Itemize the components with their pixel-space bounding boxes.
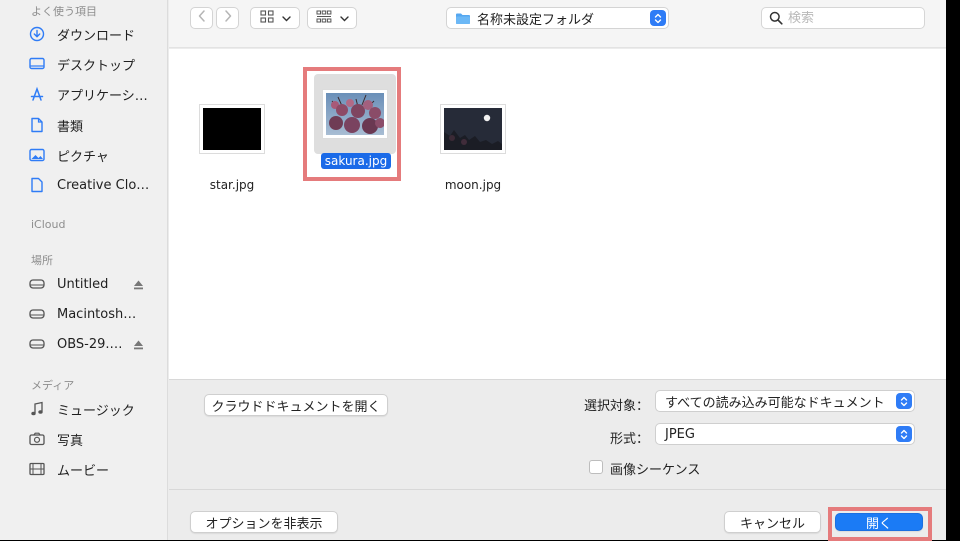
- eject-icon[interactable]: [131, 338, 145, 352]
- sidebar-item-label: ミュージック: [57, 403, 135, 419]
- sidebar-item-label: Creative Clo…: [57, 177, 150, 193]
- sidebar-item-untitled[interactable]: Untitled: [26, 271, 166, 297]
- applications-icon: [26, 83, 48, 105]
- forward-button[interactable]: [216, 7, 239, 29]
- folder-icon: [455, 12, 471, 25]
- image-sequence-label: 画像シーケンス: [610, 463, 701, 478]
- sidebar-item-obs[interactable]: OBS-29.…: [26, 331, 166, 357]
- sidebar-item-desktop[interactable]: デスクトップ: [26, 51, 166, 77]
- grid-icon: [259, 9, 274, 27]
- drive-icon: [26, 303, 48, 325]
- document-icon: [26, 114, 48, 136]
- highlight-box: [828, 507, 932, 541]
- file-name: star.jpg: [209, 178, 255, 192]
- drive-icon: [26, 333, 48, 355]
- music-icon: [26, 398, 48, 420]
- media-header: メディア: [31, 379, 75, 392]
- open-cloud-documents-button[interactable]: クラウドドキュメントを開く: [204, 394, 388, 416]
- sidebar-item-macintosh-hd[interactable]: Macintosh…: [26, 301, 166, 327]
- sidebar-item-documents[interactable]: 書類: [26, 112, 166, 138]
- sidebar-item-downloads[interactable]: ダウンロード: [26, 21, 166, 47]
- sidebar-item-label: Untitled: [57, 276, 109, 292]
- chevron-left-icon: [198, 10, 206, 26]
- icloud-header: iCloud: [31, 218, 66, 231]
- pictures-icon: [26, 144, 48, 166]
- chevron-down-icon: [339, 11, 349, 26]
- icon-view-button[interactable]: [250, 7, 300, 29]
- hide-options-button[interactable]: オプションを非表示: [190, 511, 338, 533]
- sidebar-item-photos[interactable]: 写真: [26, 426, 166, 452]
- sidebar: よく使う項目 ダウンロード デスクトップ アプリケーシ… 書類 ピクチャ Cre…: [0, 0, 168, 540]
- sidebar-item-label: Macintosh…: [57, 306, 137, 322]
- popup-stepper-icon: [896, 393, 912, 409]
- toolbar: 名称未設定フォルダ: [169, 0, 946, 48]
- download-icon: [26, 23, 48, 45]
- format-popup[interactable]: JPEG: [655, 423, 915, 445]
- back-button[interactable]: [190, 7, 213, 29]
- sidebar-item-label: ダウンロード: [57, 28, 136, 44]
- film-icon: [26, 458, 48, 480]
- search-input[interactable]: [788, 10, 908, 26]
- highlight-box: [303, 67, 401, 181]
- options-panel: クラウドドキュメントを開く 選択対象： すべての読み込み可能なドキュメント 形式…: [169, 379, 946, 489]
- sidebar-item-label: ピクチャ: [57, 149, 109, 165]
- sidebar-item-movies[interactable]: ムービー: [26, 456, 166, 482]
- file-browser: star.jpg sakura.jpg moon.jpg: [169, 49, 946, 379]
- sidebar-item-label: デスクトップ: [57, 58, 136, 74]
- search-icon: [769, 11, 783, 25]
- sidebar-item-applications[interactable]: アプリケーシ…: [26, 81, 166, 107]
- sidebar-item-label: アプリケーシ…: [57, 88, 148, 104]
- search-field[interactable]: [761, 7, 925, 29]
- enable-popup[interactable]: すべての読み込み可能なドキュメント: [655, 390, 915, 412]
- sidebar-item-label: ムービー: [57, 463, 110, 479]
- drive-icon: [26, 273, 48, 295]
- camera-icon: [26, 428, 48, 450]
- sidebar-item-label: OBS-29.…: [57, 336, 123, 352]
- dialog-footer: オプションを非表示 キャンセル 開く: [169, 489, 946, 541]
- image-sequence-checkbox[interactable]: [589, 460, 603, 474]
- group-grid-icon: [316, 10, 332, 27]
- sidebar-item-label: 写真: [57, 433, 84, 449]
- format-label: 形式：: [609, 432, 649, 447]
- enable-value: すべての読み込み可能なドキュメント: [665, 395, 885, 411]
- image-thumbnail: [200, 105, 264, 153]
- desktop-icon: [26, 53, 48, 75]
- file-name: moon.jpg: [444, 178, 502, 192]
- locations-header: 場所: [31, 254, 53, 267]
- popup-stepper-icon: [896, 426, 912, 442]
- favorites-header: よく使う項目: [31, 5, 97, 18]
- chevron-right-icon: [224, 10, 232, 26]
- sidebar-item-creative-cloud[interactable]: Creative Clo…: [26, 172, 166, 198]
- eject-icon[interactable]: [131, 278, 145, 292]
- group-button[interactable]: [307, 7, 357, 29]
- chevron-down-icon: [281, 11, 291, 26]
- image-thumbnail: [441, 105, 505, 153]
- popup-stepper-icon: [650, 10, 666, 26]
- format-value: JPEG: [665, 426, 695, 442]
- open-file-dialog: よく使う項目 ダウンロード デスクトップ アプリケーシ… 書類 ピクチャ Cre…: [0, 0, 946, 541]
- cancel-button[interactable]: キャンセル: [724, 511, 821, 533]
- file-icon: [26, 174, 48, 196]
- enable-label: 選択対象：: [583, 399, 649, 414]
- sidebar-item-music[interactable]: ミュージック: [26, 396, 166, 422]
- location-popup[interactable]: 名称未設定フォルダ: [446, 7, 669, 29]
- location-label: 名称未設定フォルダ: [477, 12, 595, 28]
- sidebar-item-pictures[interactable]: ピクチャ: [26, 142, 166, 168]
- sidebar-item-label: 書類: [57, 119, 84, 135]
